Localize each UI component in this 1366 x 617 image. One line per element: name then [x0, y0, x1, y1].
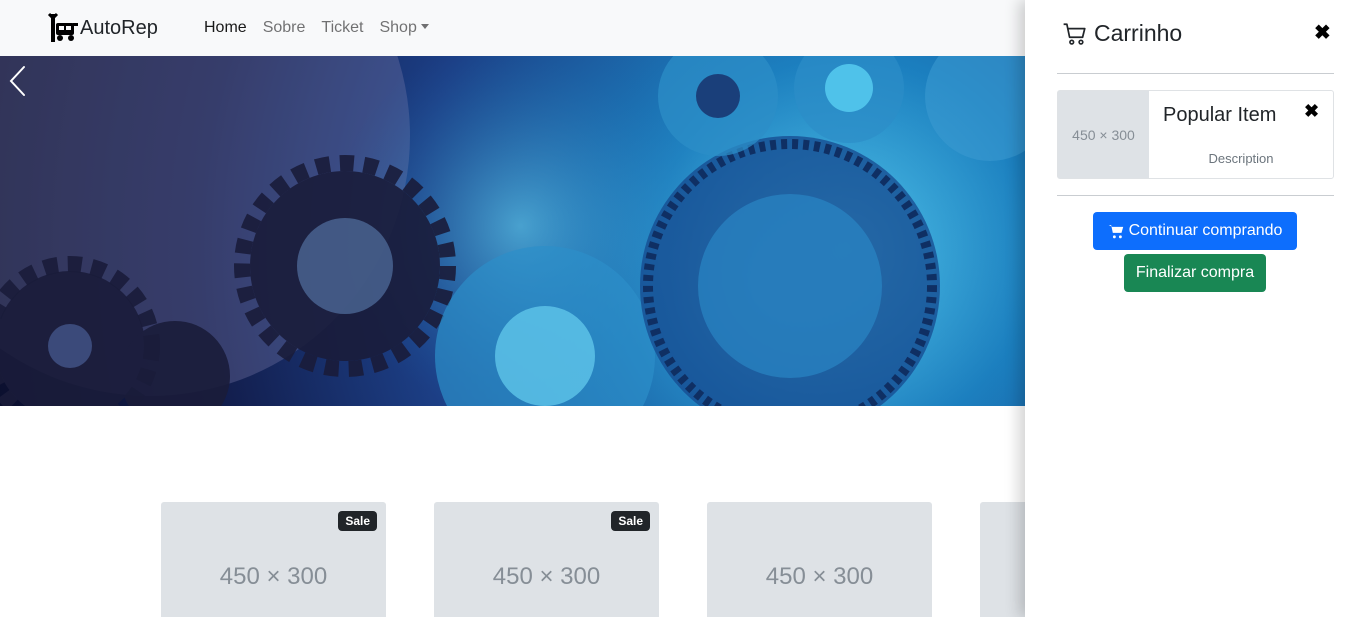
cart-offcanvas: Carrinho ✖ 450 × 300 Popular Item ✖ Desc…: [1025, 0, 1366, 617]
cart-icon: [1108, 224, 1123, 238]
continue-shopping-button[interactable]: Continuar comprando: [1093, 212, 1297, 250]
cart-item: 450 × 300 Popular Item ✖ Description: [1057, 90, 1334, 179]
brand-name: AutoRep: [80, 16, 158, 39]
product-card[interactable]: Sale 450 × 300: [161, 502, 386, 617]
sale-badge: Sale: [338, 511, 377, 531]
nav-shop-label: Shop: [379, 19, 417, 36]
remove-item-icon[interactable]: ✖: [1304, 101, 1319, 122]
nav-ticket[interactable]: Ticket: [321, 17, 363, 39]
checkout-button[interactable]: Finalizar compra: [1124, 254, 1266, 292]
continue-shopping-label: Continuar comprando: [1128, 222, 1283, 239]
nav-sobre[interactable]: Sobre: [263, 17, 306, 39]
nav-shop-dropdown[interactable]: Shop: [379, 17, 429, 39]
product-image-placeholder: 450 × 300: [765, 563, 874, 590]
nav-menu: Home Sobre Ticket Shop: [204, 17, 445, 39]
cart-item-image-placeholder: 450 × 300: [1072, 127, 1135, 143]
cart-item-description: Description: [1208, 151, 1274, 166]
brand-link[interactable]: AutoRep: [46, 10, 158, 46]
checkout-label: Finalizar compra: [1135, 264, 1255, 281]
divider: [1057, 195, 1334, 196]
car-repair-icon: [47, 12, 78, 42]
cart-header: Carrinho: [1062, 20, 1182, 47]
product-card[interactable]: Sale 450 × 300: [434, 502, 659, 617]
close-icon[interactable]: ✖: [1314, 20, 1331, 45]
cart-item-name: Popular Item: [1163, 104, 1277, 126]
cart-item-image: 450 × 300: [1058, 91, 1149, 178]
product-card[interactable]: 450 × 300: [707, 502, 932, 617]
carousel-prev-icon[interactable]: [0, 56, 36, 106]
caret-down-icon: [420, 24, 429, 29]
divider: [1057, 73, 1334, 74]
product-image-placeholder: 450 × 300: [492, 563, 601, 590]
cart-icon: [1063, 22, 1086, 45]
product-image-placeholder: 450 × 300: [219, 563, 328, 590]
cart-title: Carrinho: [1094, 20, 1183, 46]
sale-badge: Sale: [611, 511, 650, 531]
nav-home[interactable]: Home: [204, 17, 247, 39]
